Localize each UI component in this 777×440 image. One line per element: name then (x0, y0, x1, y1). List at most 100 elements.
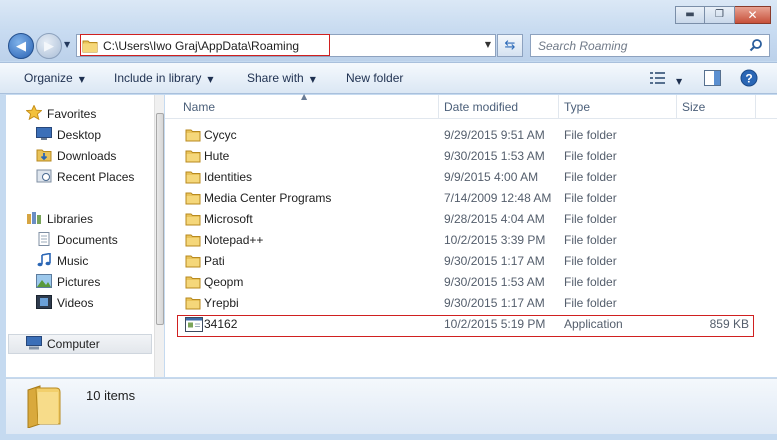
column-divider[interactable] (558, 95, 559, 119)
table-row[interactable]: Qeopm 9/30/2015 1:53 AM File folder (165, 272, 777, 293)
file-date-modified: 9/29/2015 9:51 AM (444, 128, 545, 142)
organize-button[interactable]: Organize ▼ (24, 71, 85, 85)
libraries-icon (26, 211, 42, 228)
recent-places-icon (36, 169, 52, 186)
nav-item-recent-places[interactable]: Recent Places (36, 167, 134, 187)
file-list: ▲ Name Date modified Type Size Cycyc 9/29… (165, 92, 777, 377)
documents-icon (36, 231, 52, 249)
chevron-down-icon: ▼ (309, 75, 316, 84)
back-button[interactable]: ◀ (8, 33, 34, 59)
pictures-icon (36, 273, 52, 291)
column-divider[interactable] (438, 95, 439, 119)
file-date-modified: 9/30/2015 1:53 AM (444, 149, 545, 163)
nav-item-desktop[interactable]: Desktop (36, 125, 101, 145)
folder-icon (185, 254, 201, 271)
address-row: ◀ ▶ ▼ C:\Users\Iwo Graj\AppData\Roaming … (0, 30, 777, 61)
scrollbar-thumb[interactable] (156, 113, 164, 325)
help-icon[interactable]: ? (740, 69, 758, 90)
nav-item-downloads[interactable]: Downloads (36, 146, 116, 166)
nav-label: Videos (57, 296, 94, 310)
command-bar: Organize ▼ Include in library ▼ Share with… (0, 62, 777, 94)
navigation-pane: Favorites Desktop Downloads Recent Place… (6, 95, 164, 377)
table-row[interactable]: Identities 9/9/2015 4:00 AM File folder (165, 167, 777, 188)
file-name: Yrepbi (204, 296, 239, 310)
folder-icon (185, 275, 201, 292)
nav-label: Documents (57, 233, 118, 247)
file-type: File folder (564, 275, 617, 289)
selection-highlight-box (177, 315, 754, 337)
file-type: File folder (564, 254, 617, 268)
address-dropdown-icon[interactable]: ▼ (485, 40, 491, 49)
nav-item-libraries[interactable]: Libraries (26, 209, 93, 229)
search-placeholder[interactable]: Search Roaming (538, 39, 627, 53)
nav-item-favorites[interactable]: Favorites (25, 104, 97, 124)
table-row[interactable]: Yrepbi 9/30/2015 1:17 AM File folder (165, 293, 777, 314)
videos-icon (36, 294, 52, 312)
nav-label: Favorites (47, 107, 97, 121)
nav-label: Downloads (57, 149, 117, 163)
table-row[interactable]: Notepad++ 10/2/2015 3:39 PM File folder (165, 230, 777, 251)
forward-button[interactable]: ▶ (36, 33, 62, 59)
file-name: Media Center Programs (204, 191, 332, 205)
share-with-button[interactable]: Share with ▼ (247, 71, 316, 85)
view-options-dropdown-icon[interactable]: ▼ (676, 73, 682, 87)
nav-item-videos[interactable]: Videos (36, 293, 93, 313)
table-row[interactable]: Microsoft 9/28/2015 4:04 AM File folder (165, 209, 777, 230)
nav-item-pictures[interactable]: Pictures (36, 272, 100, 292)
file-type: File folder (564, 128, 617, 142)
include-in-library-button[interactable]: Include in library ▼ (114, 71, 214, 85)
nav-label: Pictures (57, 275, 101, 289)
column-header-size[interactable]: Size (682, 100, 705, 114)
file-name: Hute (204, 149, 230, 163)
nav-item-documents[interactable]: Documents (36, 230, 118, 250)
star-icon (25, 104, 43, 123)
column-header-type[interactable]: Type (564, 100, 590, 114)
file-date-modified: 9/30/2015 1:17 AM (444, 296, 545, 310)
change-view-button[interactable] (650, 71, 666, 88)
table-row[interactable]: Media Center Programs 7/14/2009 12:48 AM F… (165, 188, 777, 209)
column-divider[interactable] (755, 95, 756, 119)
nav-item-music[interactable]: Music (36, 251, 88, 271)
back-arrow-icon: ◀ (16, 38, 26, 54)
new-folder-button[interactable]: New folder (346, 71, 403, 85)
file-date-modified: 7/14/2009 12:48 AM (444, 191, 552, 205)
table-row[interactable]: Pati 9/30/2015 1:17 AM File folder (165, 251, 777, 272)
forward-arrow-icon: ▶ (44, 38, 54, 54)
minimize-button[interactable]: ▬ (675, 6, 705, 24)
close-button[interactable]: ✕ (735, 6, 771, 24)
folder-icon (26, 384, 62, 431)
column-header-date-modified[interactable]: Date modified (444, 100, 518, 114)
file-date-modified: 10/2/2015 3:39 PM (444, 233, 546, 247)
nav-label: Music (57, 254, 89, 268)
maximize-button[interactable]: ❐ (705, 6, 735, 24)
search-icon[interactable] (749, 38, 763, 55)
folder-icon (185, 170, 201, 187)
window-controls: ▬ ❐ ✕ (675, 6, 771, 24)
folder-icon (185, 128, 201, 145)
table-row[interactable]: Hute 9/30/2015 1:53 AM File folder (165, 146, 777, 167)
preview-pane-button[interactable] (704, 70, 721, 89)
column-header-name[interactable]: Name (183, 100, 215, 114)
folder-icon (185, 149, 201, 166)
nav-item-computer[interactable]: Computer (8, 334, 152, 354)
navigation-scrollbar[interactable] (154, 95, 164, 377)
computer-icon (26, 335, 42, 353)
folder-icon (185, 296, 201, 313)
item-count: 10 items (86, 388, 136, 403)
minimize-icon: ▬ (685, 9, 695, 20)
column-divider[interactable] (676, 95, 677, 119)
new-folder-label: New folder (346, 71, 404, 85)
address-highlight-box (80, 34, 330, 56)
close-icon: ✕ (747, 8, 758, 22)
file-date-modified: 9/28/2015 4:04 AM (444, 212, 545, 226)
file-date-modified: 9/30/2015 1:17 AM (444, 254, 545, 268)
table-row[interactable]: Cycyc 9/29/2015 9:51 AM File folder (165, 125, 777, 146)
file-name: Pati (204, 254, 225, 268)
recent-pages-dropdown-icon[interactable]: ▼ (64, 40, 70, 49)
refresh-button[interactable]: ⇆ (497, 34, 523, 57)
sort-ascending-icon: ▲ (301, 92, 308, 101)
column-header-row: ▲ Name Date modified Type Size (165, 92, 777, 119)
search-box[interactable]: Search Roaming (530, 34, 770, 57)
file-type: File folder (564, 212, 617, 226)
file-type: File folder (564, 191, 617, 205)
